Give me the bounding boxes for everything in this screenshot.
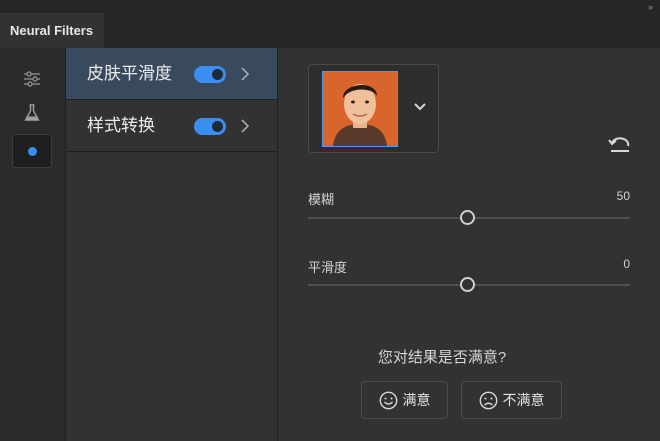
unsatisfied-button[interactable]: 不满意 [461, 381, 562, 419]
smile-icon [379, 391, 397, 409]
dot-icon [27, 146, 37, 156]
filter-item-skin-smoothing[interactable]: 皮肤平滑度 [66, 48, 277, 100]
featured-filters-tab[interactable] [12, 134, 52, 168]
filter-toggle-skin-smoothing[interactable] [194, 66, 226, 83]
satisfied-button[interactable]: 满意 [361, 381, 448, 419]
frown-icon [479, 391, 497, 409]
filter-toggle-style-transfer[interactable] [194, 118, 226, 135]
chevron-right-icon[interactable] [240, 66, 250, 82]
filter-list: 皮肤平滑度 样式转换 [66, 48, 278, 441]
filter-category-rail [0, 48, 66, 441]
blur-slider-handle[interactable] [460, 210, 475, 225]
smoothness-slider-handle[interactable] [460, 277, 475, 292]
filter-settings: 模糊 50 平滑度 0 您对结果是否满意? 满意 不满意 [278, 48, 660, 441]
flask-icon[interactable] [12, 96, 52, 130]
blur-slider-value: 50 [616, 189, 630, 203]
blur-slider-label: 模糊 [308, 192, 335, 207]
reset-icon[interactable] [608, 134, 632, 154]
satisfied-button-label: 满意 [402, 392, 431, 408]
collapse-panel-button[interactable]: ›› [648, 2, 653, 12]
filter-item-label: 皮肤平滑度 [87, 64, 172, 83]
chevron-right-icon[interactable] [240, 118, 250, 134]
sliders-icon[interactable] [12, 62, 52, 96]
tab-neural-filters[interactable]: Neural Filters [0, 13, 104, 48]
unsatisfied-button-label: 不满意 [502, 392, 545, 408]
panel-header: ›› Neural Filters [0, 0, 660, 48]
chevron-down-icon[interactable] [413, 102, 427, 112]
filter-item-label: 样式转换 [87, 116, 155, 135]
face-thumbnail[interactable] [322, 71, 398, 147]
smoothness-slider-label: 平滑度 [308, 260, 348, 275]
filter-item-style-transfer[interactable]: 样式转换 [66, 100, 277, 152]
face-selector-dropdown[interactable] [308, 64, 439, 153]
smoothness-slider-value: 0 [623, 257, 630, 271]
feedback-question: 您对结果是否满意? [377, 349, 507, 366]
